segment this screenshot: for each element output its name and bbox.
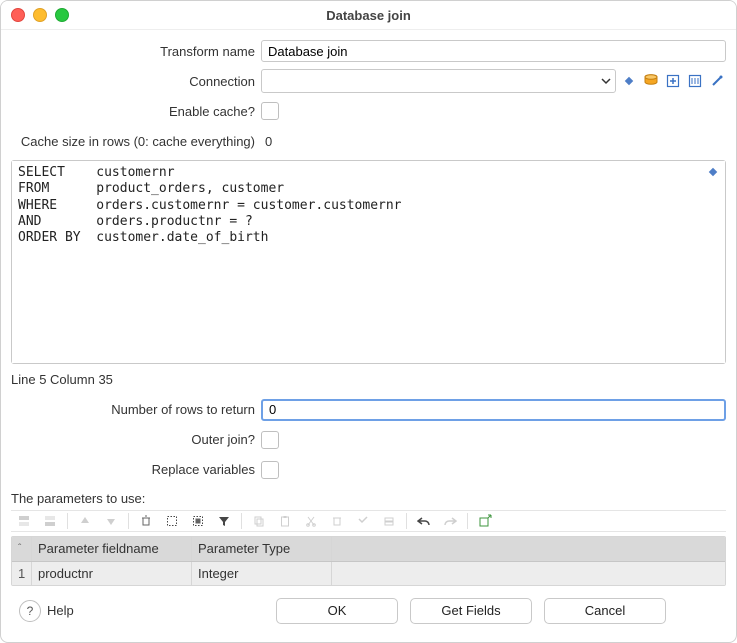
enable-cache-checkbox[interactable]	[261, 102, 279, 120]
unselect-all-icon[interactable]	[189, 512, 207, 530]
transform-name-input[interactable]	[261, 40, 726, 62]
label-outer-join: Outer join?	[11, 432, 255, 447]
sql-editor-wrap	[11, 160, 726, 364]
sql-editor[interactable]	[12, 161, 725, 363]
label-rows-return: Number of rows to return	[11, 402, 255, 417]
table-row[interactable]: 1 productnr Integer	[12, 562, 725, 586]
help-button[interactable]: ? Help	[19, 600, 74, 622]
keep-icon[interactable]	[354, 512, 372, 530]
label-enable-cache: Enable cache?	[11, 104, 255, 119]
undo-icon[interactable]	[415, 512, 433, 530]
toolbar-sep	[128, 513, 129, 529]
row-rows-return: Number of rows to return	[11, 397, 726, 423]
row-transform-name: Transform name	[11, 38, 726, 64]
cancel-button[interactable]: Cancel	[544, 598, 666, 624]
move-down-icon[interactable]	[102, 512, 120, 530]
row-connection: Connection	[11, 68, 726, 94]
copy-row-icon[interactable]	[380, 512, 398, 530]
metadata-icon[interactable]	[686, 72, 704, 90]
minimize-icon[interactable]	[33, 8, 47, 22]
sql-variable-icon[interactable]	[704, 163, 722, 181]
cell-type[interactable]: Integer	[192, 562, 332, 586]
outer-join-checkbox[interactable]	[261, 431, 279, 449]
replace-vars-checkbox[interactable]	[261, 461, 279, 479]
ok-button[interactable]: OK	[276, 598, 398, 624]
toolbar-sep	[67, 513, 68, 529]
paste-icon[interactable]	[276, 512, 294, 530]
col-type[interactable]: Parameter Type	[192, 537, 332, 561]
col-fieldname[interactable]: Parameter fieldname	[32, 537, 192, 561]
new-connection-icon[interactable]	[664, 72, 682, 90]
toolbar-sep	[406, 513, 407, 529]
label-cache-size: Cache size in rows (0: cache everything)	[11, 134, 255, 149]
cache-size-value: 0	[261, 134, 272, 149]
editor-status: Line 5 Column 35	[11, 368, 726, 393]
row-outer-join: Outer join?	[11, 427, 726, 453]
rows-to-return-input[interactable]	[261, 399, 726, 421]
params-label: The parameters to use:	[11, 491, 726, 506]
toolbar-sep	[467, 513, 468, 529]
insert-row-after-icon[interactable]	[41, 512, 59, 530]
label-transform-name: Transform name	[11, 44, 255, 59]
ok-label: OK	[328, 603, 347, 618]
variable-icon[interactable]	[620, 72, 638, 90]
copy-icon[interactable]	[250, 512, 268, 530]
row-cache-size: Cache size in rows (0: cache everything)…	[11, 128, 726, 154]
label-connection: Connection	[11, 74, 255, 89]
window-controls	[11, 8, 69, 22]
help-label: Help	[47, 603, 74, 618]
row-number: 1	[12, 562, 32, 586]
row-handle-header: ˆ	[12, 537, 32, 561]
get-fields-button[interactable]: Get Fields	[410, 598, 532, 624]
close-icon[interactable]	[11, 8, 25, 22]
cell-spacer	[332, 562, 725, 586]
window-title: Database join	[326, 8, 411, 23]
table-header: ˆ Parameter fieldname Parameter Type	[12, 537, 725, 562]
row-enable-cache: Enable cache?	[11, 98, 726, 124]
titlebar: Database join	[1, 1, 736, 30]
dialog-window: Database join Transform name Connection	[0, 0, 737, 643]
content-area: Transform name Connection	[1, 30, 736, 642]
clear-icon[interactable]	[328, 512, 346, 530]
label-replace-vars: Replace variables	[11, 462, 255, 477]
wizard-icon[interactable]	[708, 72, 726, 90]
help-icon: ?	[19, 600, 41, 622]
cut-icon[interactable]	[302, 512, 320, 530]
select-all-icon[interactable]	[163, 512, 181, 530]
params-toolbar	[11, 510, 726, 533]
zoom-icon[interactable]	[55, 8, 69, 22]
insert-row-before-icon[interactable]	[15, 512, 33, 530]
footer: ? Help OK Get Fields Cancel	[11, 590, 726, 632]
col-spacer	[332, 537, 725, 561]
params-table[interactable]: ˆ Parameter fieldname Parameter Type 1 p…	[11, 536, 726, 586]
filter-icon[interactable]	[215, 512, 233, 530]
db-connection-icon[interactable]	[642, 72, 660, 90]
toolbar-sep	[241, 513, 242, 529]
get-fields-label: Get Fields	[441, 603, 500, 618]
delete-icon[interactable]	[137, 512, 155, 530]
cancel-label: Cancel	[585, 603, 625, 618]
export-icon[interactable]	[476, 512, 494, 530]
connection-combo[interactable]	[261, 69, 616, 93]
cell-fieldname[interactable]: productnr	[32, 562, 192, 586]
row-replace-vars: Replace variables	[11, 457, 726, 483]
move-up-icon[interactable]	[76, 512, 94, 530]
redo-icon[interactable]	[441, 512, 459, 530]
